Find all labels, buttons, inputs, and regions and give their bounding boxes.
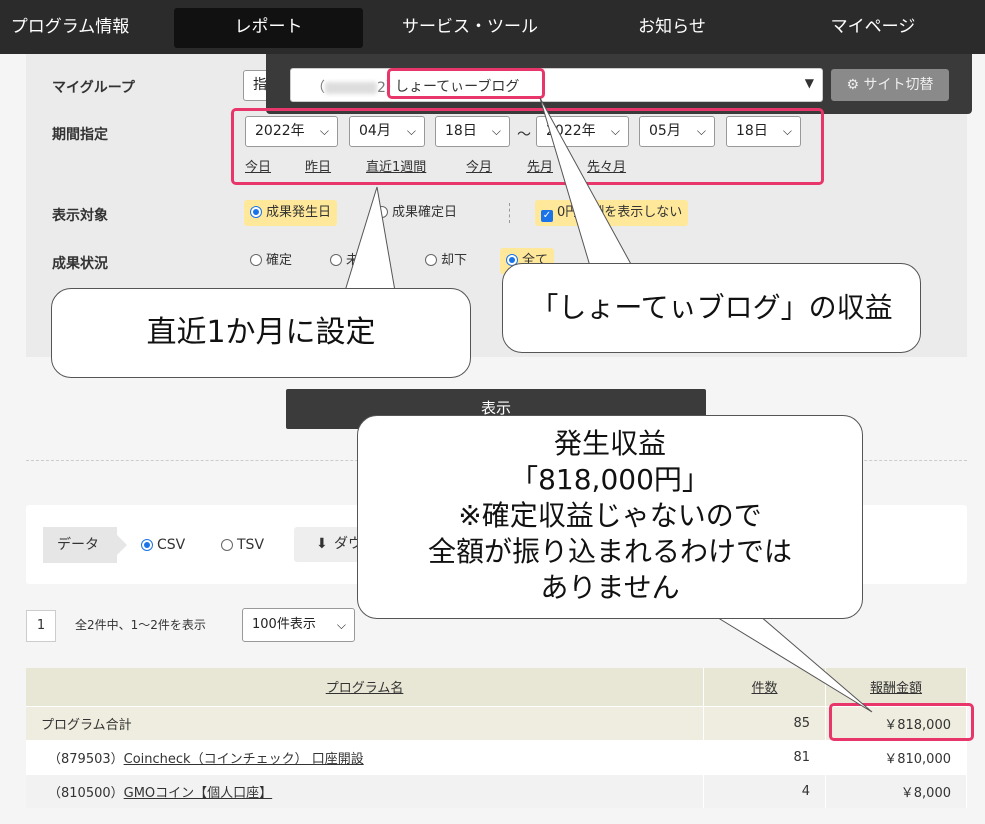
- callout-earnings-line: 発生収益: [553, 427, 666, 460]
- callout-tail-earnings: [713, 615, 873, 713]
- callout-tail-site: [539, 97, 633, 267]
- callout-earnings: 発生収益 「818,000円」 ※確定収益じゃないので 全額が振り込まれるわけで…: [357, 415, 863, 619]
- callout-tails: [344, 97, 873, 713]
- callout-earnings-line: ※確定収益じゃないので: [458, 499, 762, 532]
- callout-earnings-line: 「818,000円」: [510, 463, 710, 496]
- callout-earnings-line: 全額が振り込まれるわけでは: [427, 535, 792, 568]
- callout-earnings-line: ありません: [540, 571, 680, 604]
- callout-site: 「しょーてぃブログ」の収益: [502, 263, 921, 353]
- callout-tail-period: [344, 186, 396, 292]
- callout-period: 直近1か月に設定: [51, 288, 471, 378]
